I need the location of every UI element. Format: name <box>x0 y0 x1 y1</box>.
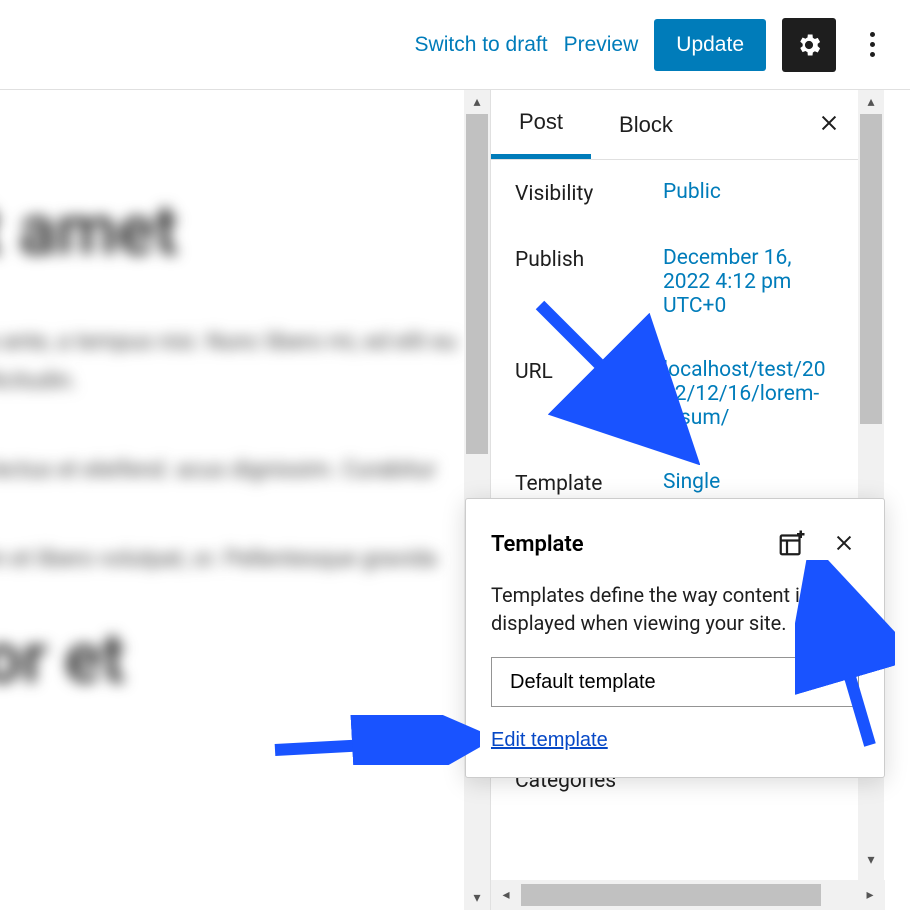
scroll-right-icon[interactable]: ▸ <box>855 880 885 910</box>
kebab-icon <box>870 32 875 57</box>
scroll-up-icon[interactable]: ▴ <box>464 90 490 114</box>
post-paragraph: dum et libero volutpat, or. Pellentesque… <box>0 539 460 578</box>
post-heading: tor et <box>0 618 460 700</box>
visibility-value[interactable]: Public <box>663 180 834 204</box>
scroll-down-icon[interactable]: ▾ <box>464 886 490 910</box>
gear-icon <box>795 31 823 59</box>
post-title: it amet <box>0 190 460 272</box>
settings-button[interactable] <box>782 18 836 72</box>
new-template-button[interactable] <box>773 524 811 565</box>
popover-description: Templates define the way content is disp… <box>491 581 859 637</box>
editor-toolbar: Switch to draft Preview Update <box>0 0 910 90</box>
template-value[interactable]: Single <box>663 470 834 494</box>
template-popover: Template Templates define the way conten… <box>465 498 885 778</box>
row-visibility: Visibility Public <box>491 160 858 226</box>
row-publish: Publish December 16, 2022 4:12 pm UTC+0 <box>491 226 858 338</box>
switch-to-draft-button[interactable]: Switch to draft <box>415 33 548 57</box>
scroll-thumb[interactable] <box>860 114 882 424</box>
post-paragraph: inia ante, a tempus nisi. Nunc libero mi… <box>0 322 460 400</box>
scroll-thumb[interactable] <box>466 114 488 454</box>
post-paragraph: ac lectus et eleifend. acus dignissim. C… <box>0 450 460 489</box>
sidebar-tabs: Post Block <box>491 90 858 160</box>
tab-block[interactable]: Block <box>591 90 701 159</box>
url-label: URL <box>515 358 655 384</box>
more-options-button[interactable] <box>852 18 892 72</box>
add-template-icon <box>777 528 807 558</box>
scroll-left-icon[interactable]: ◂ <box>491 880 521 910</box>
editor-canvas: it amet inia ante, a tempus nisi. Nunc l… <box>0 90 490 910</box>
scroll-down-icon[interactable]: ▾ <box>858 848 884 872</box>
popover-close-button[interactable] <box>829 528 859 561</box>
close-sidebar-button[interactable] <box>818 111 840 139</box>
update-button[interactable]: Update <box>654 19 766 71</box>
visibility-label: Visibility <box>515 180 655 206</box>
template-select[interactable]: Default template <box>491 657 859 707</box>
close-icon <box>833 532 855 554</box>
row-url: URL localhost/test/2022/12/16/lorem-ipsu… <box>491 338 858 450</box>
url-value[interactable]: localhost/test/2022/12/16/lorem-ipsum/ <box>663 358 834 430</box>
template-label: Template <box>515 470 655 496</box>
preview-button[interactable]: Preview <box>564 33 639 57</box>
scroll-up-icon[interactable]: ▴ <box>858 90 884 114</box>
publish-label: Publish <box>515 246 655 272</box>
edit-template-link[interactable]: Edit template <box>491 729 608 752</box>
close-icon <box>818 112 840 134</box>
sidebar-horizontal-scrollbar[interactable]: ◂ ▸ <box>491 880 885 910</box>
publish-value[interactable]: December 16, 2022 4:12 pm UTC+0 <box>663 246 834 318</box>
tab-post[interactable]: Post <box>491 90 591 159</box>
scroll-thumb[interactable] <box>521 884 821 906</box>
popover-title: Template <box>491 532 584 557</box>
